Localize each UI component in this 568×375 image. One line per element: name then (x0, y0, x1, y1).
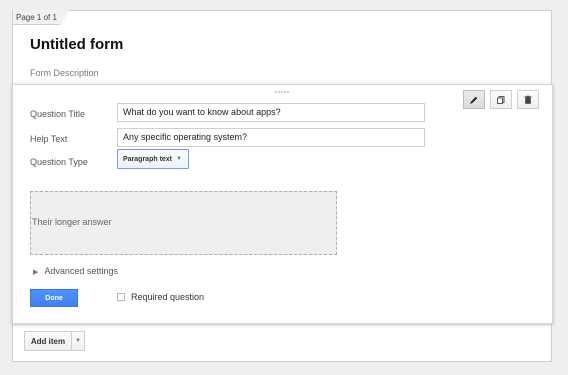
form-page: Page 1 of 1 Untitled form Form Descripti… (12, 10, 553, 362)
trash-icon (524, 95, 532, 104)
chevron-down-icon: ▼ (75, 338, 81, 344)
chevron-down-icon: ▼ (176, 156, 182, 162)
done-button[interactable]: Done (30, 289, 78, 307)
question-type-value: Paragraph text (123, 155, 173, 163)
add-item-group: Add item ▼ (24, 331, 85, 351)
question-editor-card: Question Title What do you want to know … (12, 84, 553, 324)
question-type-select[interactable]: Paragraph text ▼ (117, 149, 189, 169)
question-type-label: Question Type (30, 157, 88, 167)
required-checkbox[interactable] (117, 293, 125, 301)
help-text-label: Help Text (30, 134, 68, 144)
long-answer-preview: Their longer answer (30, 191, 337, 255)
advanced-settings-toggle[interactable]: ▶ Advanced settings (33, 266, 118, 276)
required-question-label: Required question (131, 292, 205, 302)
form-description[interactable]: Form Description (30, 68, 99, 78)
question-title-input[interactable]: What do you want to know about apps? (117, 103, 425, 122)
advanced-settings-label: Advanced settings (44, 266, 118, 276)
question-title-label: Question Title (30, 109, 86, 119)
help-text-input[interactable]: Any specific operating system? (117, 128, 425, 147)
add-item-button[interactable]: Add item (24, 331, 72, 351)
duplicate-icon (497, 95, 505, 104)
add-item-dropdown[interactable]: ▼ (72, 331, 85, 351)
triangle-right-icon: ▶ (33, 269, 39, 276)
edit-button[interactable] (463, 90, 485, 109)
drag-handle[interactable] (275, 91, 289, 95)
delete-button[interactable] (517, 90, 539, 109)
pencil-icon (470, 96, 478, 104)
page-indicator: Page 1 of 1 (13, 10, 70, 25)
form-title[interactable]: Untitled form (30, 36, 123, 53)
duplicate-button[interactable] (490, 90, 512, 109)
required-question-option[interactable]: Required question (117, 292, 204, 302)
question-toolbar (463, 90, 539, 109)
long-answer-placeholder: Their longer answer (32, 217, 112, 227)
